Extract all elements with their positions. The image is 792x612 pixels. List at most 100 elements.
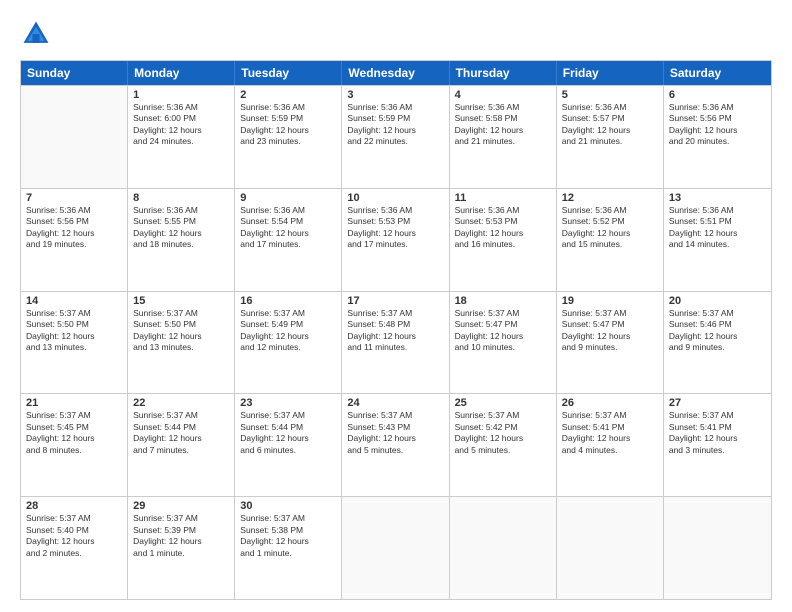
cell-line: Sunset: 5:47 PM — [455, 319, 551, 330]
cell-line: Daylight: 12 hours — [26, 228, 122, 239]
weekday-header: Tuesday — [235, 61, 342, 85]
calendar-row: 28Sunrise: 5:37 AMSunset: 5:40 PMDayligh… — [21, 496, 771, 599]
day-number: 30 — [240, 500, 336, 512]
cell-line: Sunrise: 5:37 AM — [26, 410, 122, 421]
cell-line: Sunrise: 5:37 AM — [669, 410, 766, 421]
cell-line: Sunrise: 5:37 AM — [26, 308, 122, 319]
cell-line: and 19 minutes. — [26, 239, 122, 250]
cell-line: Sunset: 5:45 PM — [26, 422, 122, 433]
cell-line: Sunrise: 5:36 AM — [562, 205, 658, 216]
cell-line: Daylight: 12 hours — [562, 228, 658, 239]
header — [20, 18, 772, 50]
cell-line: Sunrise: 5:37 AM — [133, 410, 229, 421]
cell-line: Sunset: 5:59 PM — [240, 113, 336, 124]
cell-line: Daylight: 12 hours — [26, 331, 122, 342]
day-number: 11 — [455, 192, 551, 204]
cell-line: Daylight: 12 hours — [669, 228, 766, 239]
calendar-cell: 25Sunrise: 5:37 AMSunset: 5:42 PMDayligh… — [450, 394, 557, 496]
calendar-cell: 14Sunrise: 5:37 AMSunset: 5:50 PMDayligh… — [21, 292, 128, 394]
calendar-cell: 9Sunrise: 5:36 AMSunset: 5:54 PMDaylight… — [235, 189, 342, 291]
cell-line: and 9 minutes. — [669, 342, 766, 353]
cell-line: Daylight: 12 hours — [347, 331, 443, 342]
weekday-header: Monday — [128, 61, 235, 85]
cell-line: Daylight: 12 hours — [562, 433, 658, 444]
day-number: 22 — [133, 397, 229, 409]
calendar-cell: 28Sunrise: 5:37 AMSunset: 5:40 PMDayligh… — [21, 497, 128, 599]
cell-line: Sunset: 5:53 PM — [347, 216, 443, 227]
cell-line: Sunrise: 5:37 AM — [26, 513, 122, 524]
cell-line: Sunrise: 5:37 AM — [240, 513, 336, 524]
cell-line: Sunrise: 5:36 AM — [347, 205, 443, 216]
calendar-cell: 11Sunrise: 5:36 AMSunset: 5:53 PMDayligh… — [450, 189, 557, 291]
cell-line: Sunset: 5:55 PM — [133, 216, 229, 227]
cell-line: Daylight: 12 hours — [347, 228, 443, 239]
day-number: 1 — [133, 89, 229, 101]
cell-line: Sunrise: 5:37 AM — [133, 513, 229, 524]
calendar-cell: 6Sunrise: 5:36 AMSunset: 5:56 PMDaylight… — [664, 86, 771, 188]
cell-line: Sunrise: 5:36 AM — [26, 205, 122, 216]
day-number: 2 — [240, 89, 336, 101]
calendar: SundayMondayTuesdayWednesdayThursdayFrid… — [20, 60, 772, 600]
cell-line: Sunrise: 5:37 AM — [240, 410, 336, 421]
cell-line: and 5 minutes. — [347, 445, 443, 456]
cell-line: Sunrise: 5:36 AM — [455, 205, 551, 216]
cell-line: and 21 minutes. — [562, 136, 658, 147]
day-number: 27 — [669, 397, 766, 409]
day-number: 13 — [669, 192, 766, 204]
cell-line: and 5 minutes. — [455, 445, 551, 456]
calendar-body: 1Sunrise: 5:36 AMSunset: 6:00 PMDaylight… — [21, 85, 771, 599]
cell-line: Sunset: 5:47 PM — [562, 319, 658, 330]
calendar-cell: 18Sunrise: 5:37 AMSunset: 5:47 PMDayligh… — [450, 292, 557, 394]
calendar-cell: 10Sunrise: 5:36 AMSunset: 5:53 PMDayligh… — [342, 189, 449, 291]
cell-line: Daylight: 12 hours — [455, 331, 551, 342]
cell-line: and 10 minutes. — [455, 342, 551, 353]
calendar-cell: 12Sunrise: 5:36 AMSunset: 5:52 PMDayligh… — [557, 189, 664, 291]
calendar-cell: 23Sunrise: 5:37 AMSunset: 5:44 PMDayligh… — [235, 394, 342, 496]
calendar-cell: 20Sunrise: 5:37 AMSunset: 5:46 PMDayligh… — [664, 292, 771, 394]
weekday-header: Sunday — [21, 61, 128, 85]
cell-line: Daylight: 12 hours — [562, 125, 658, 136]
cell-line: Sunrise: 5:37 AM — [347, 308, 443, 319]
cell-line: Sunset: 5:50 PM — [133, 319, 229, 330]
cell-line: Daylight: 12 hours — [133, 536, 229, 547]
cell-line: Daylight: 12 hours — [455, 125, 551, 136]
cell-line: Sunset: 5:39 PM — [133, 525, 229, 536]
day-number: 25 — [455, 397, 551, 409]
day-number: 3 — [347, 89, 443, 101]
calendar-cell: 29Sunrise: 5:37 AMSunset: 5:39 PMDayligh… — [128, 497, 235, 599]
page: SundayMondayTuesdayWednesdayThursdayFrid… — [0, 0, 792, 612]
calendar-cell: 17Sunrise: 5:37 AMSunset: 5:48 PMDayligh… — [342, 292, 449, 394]
cell-line: and 8 minutes. — [26, 445, 122, 456]
cell-line: Daylight: 12 hours — [26, 433, 122, 444]
weekday-header: Friday — [557, 61, 664, 85]
cell-line: and 11 minutes. — [347, 342, 443, 353]
cell-line: Sunrise: 5:36 AM — [240, 205, 336, 216]
day-number: 19 — [562, 295, 658, 307]
cell-line: Sunset: 5:51 PM — [669, 216, 766, 227]
cell-line: and 22 minutes. — [347, 136, 443, 147]
cell-line: and 17 minutes. — [240, 239, 336, 250]
cell-line: and 1 minute. — [240, 548, 336, 559]
calendar-cell: 1Sunrise: 5:36 AMSunset: 6:00 PMDaylight… — [128, 86, 235, 188]
day-number: 18 — [455, 295, 551, 307]
cell-line: Daylight: 12 hours — [26, 536, 122, 547]
cell-line: Sunset: 5:48 PM — [347, 319, 443, 330]
calendar-cell: 19Sunrise: 5:37 AMSunset: 5:47 PMDayligh… — [557, 292, 664, 394]
calendar-cell: 13Sunrise: 5:36 AMSunset: 5:51 PMDayligh… — [664, 189, 771, 291]
day-number: 26 — [562, 397, 658, 409]
cell-line: Sunset: 5:44 PM — [133, 422, 229, 433]
day-number: 17 — [347, 295, 443, 307]
day-number: 6 — [669, 89, 766, 101]
cell-line: and 21 minutes. — [455, 136, 551, 147]
cell-line: Sunrise: 5:36 AM — [562, 102, 658, 113]
cell-line: Daylight: 12 hours — [240, 433, 336, 444]
calendar-row: 1Sunrise: 5:36 AMSunset: 6:00 PMDaylight… — [21, 85, 771, 188]
cell-line: and 3 minutes. — [669, 445, 766, 456]
cell-line: Sunset: 5:46 PM — [669, 319, 766, 330]
cell-line: and 20 minutes. — [669, 136, 766, 147]
cell-line: and 24 minutes. — [133, 136, 229, 147]
cell-line: Daylight: 12 hours — [455, 228, 551, 239]
day-number: 7 — [26, 192, 122, 204]
day-number: 8 — [133, 192, 229, 204]
calendar-cell: 8Sunrise: 5:36 AMSunset: 5:55 PMDaylight… — [128, 189, 235, 291]
